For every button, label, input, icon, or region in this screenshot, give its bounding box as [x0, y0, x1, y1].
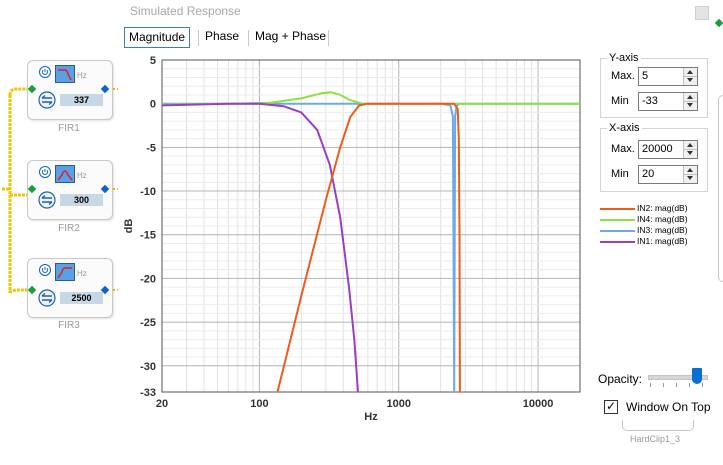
xmin-input[interactable]: [639, 166, 682, 181]
ymax-up-button[interactable]: [684, 68, 697, 77]
x-tick-label: 10000: [523, 398, 554, 410]
x-tick-label: 1000: [386, 398, 410, 410]
tab-mag-phase[interactable]: Mag + Phase: [251, 27, 330, 46]
xmax-up-button[interactable]: [684, 141, 697, 150]
hz-unit: Hz: [77, 171, 87, 180]
block-outline: [718, 95, 723, 282]
slider-tick: [676, 383, 677, 387]
slider-tick: [650, 383, 651, 387]
legend-swatch: [600, 241, 635, 243]
ymin-label: Min: [611, 95, 629, 107]
xmin-up-button[interactable]: [684, 166, 697, 175]
lowpass-filter-icon: [55, 65, 75, 83]
cutoff-value[interactable]: 2500: [60, 292, 103, 304]
ymin-spinner[interactable]: [638, 92, 698, 111]
block-label: FIR1: [58, 123, 80, 134]
close-button[interactable]: [695, 6, 709, 20]
xmin-label: Min: [611, 168, 629, 180]
y-tick-label: -10: [140, 186, 156, 198]
power-icon[interactable]: [39, 166, 51, 178]
window-on-top-checkbox[interactable]: [604, 399, 618, 414]
hz-unit: Hz: [77, 71, 87, 80]
tab-magnitude[interactable]: Magnitude: [124, 27, 191, 48]
opacity-label: Opacity:: [598, 372, 643, 386]
slider-tick: [663, 383, 664, 387]
opacity-slider-thumb[interactable]: [692, 368, 703, 384]
cutoff-value[interactable]: 300: [60, 194, 103, 206]
magnitude-chart[interactable]: 5 0 -5 -10 -15 -20 -25 -30 -3320 100 1000 10000 Hz dB: [118, 50, 590, 422]
y-tick-label: -15: [140, 230, 156, 242]
y-tick-label: -33: [140, 387, 156, 399]
fir-block-3[interactable]: Hz 2500: [27, 258, 113, 318]
highpass-filter-icon: [55, 263, 75, 281]
ymin-up-button[interactable]: [684, 93, 697, 102]
y-tick-label: -30: [140, 361, 156, 373]
xmax-down-button[interactable]: [684, 150, 697, 158]
block-label: FIR3: [58, 320, 80, 331]
tab-separator: [248, 30, 249, 46]
x-tick-label: 100: [250, 398, 268, 410]
ymin-input[interactable]: [639, 93, 682, 108]
power-icon[interactable]: [39, 264, 51, 276]
y-tick-label: 0: [150, 99, 156, 111]
tab-separator: [198, 30, 199, 46]
canvas: Hz 337 FIR1 Hz 300 FIR2 Hz 2500 FIR3: [0, 0, 118, 465]
fir-block-2[interactable]: Hz 300: [27, 160, 113, 220]
legend-label: IN1: mag(dB): [637, 236, 688, 246]
swap-arrows-icon[interactable]: [38, 191, 56, 209]
xmin-down-button[interactable]: [684, 175, 697, 183]
xaxis-group-title: X-axis: [607, 122, 642, 134]
tab-phase[interactable]: Phase: [201, 27, 243, 46]
xmax-input[interactable]: [639, 141, 682, 156]
y-tick-label: -20: [140, 273, 156, 285]
hz-unit: Hz: [77, 269, 87, 278]
swap-arrows-icon[interactable]: [38, 289, 56, 307]
legend-swatch: [600, 219, 635, 221]
x-tick-label: 20: [156, 398, 168, 410]
y-tick-label: -5: [146, 142, 156, 154]
legend-swatch: [600, 208, 635, 210]
slider-tick: [702, 383, 703, 387]
ymax-down-button[interactable]: [684, 77, 697, 85]
ymax-label: Max.: [611, 70, 635, 82]
fir-block-1[interactable]: Hz 337: [27, 60, 113, 120]
ymax-spinner[interactable]: [638, 67, 698, 86]
block-label: FIR2: [58, 223, 80, 234]
ymin-down-button[interactable]: [684, 102, 697, 110]
bandpass-filter-icon: [55, 165, 75, 183]
dialog-title: Simulated Response: [130, 4, 241, 18]
simulated-response-dialog: Simulated Response Magnitude Phase Mag +…: [118, 0, 723, 465]
xmax-spinner[interactable]: [638, 140, 698, 159]
power-icon[interactable]: [39, 66, 51, 78]
xmin-spinner[interactable]: [638, 165, 698, 184]
window-on-top-label[interactable]: Window On Top: [626, 400, 711, 414]
legend-label: IN3: mag(dB): [637, 225, 688, 235]
y-tick-label: 5: [150, 55, 156, 67]
block-label: HardClip1_3: [630, 434, 681, 444]
xmax-label: Max.: [611, 143, 635, 155]
legend-label: IN4: mag(dB): [637, 214, 688, 224]
legend-swatch: [600, 230, 635, 232]
slider-tick: [689, 383, 690, 387]
y-axis-label: dB: [123, 219, 135, 234]
yaxis-group-title: Y-axis: [607, 52, 641, 64]
swap-arrows-icon[interactable]: [38, 91, 56, 109]
legend-label: IN2: mag(dB): [637, 203, 688, 213]
cutoff-value[interactable]: 337: [60, 94, 103, 106]
block-outline: [622, 420, 694, 431]
y-tick-label: -25: [140, 317, 156, 329]
x-axis-label: Hz: [364, 411, 378, 422]
ymax-input[interactable]: [639, 68, 682, 83]
tab-separator: [328, 30, 329, 46]
